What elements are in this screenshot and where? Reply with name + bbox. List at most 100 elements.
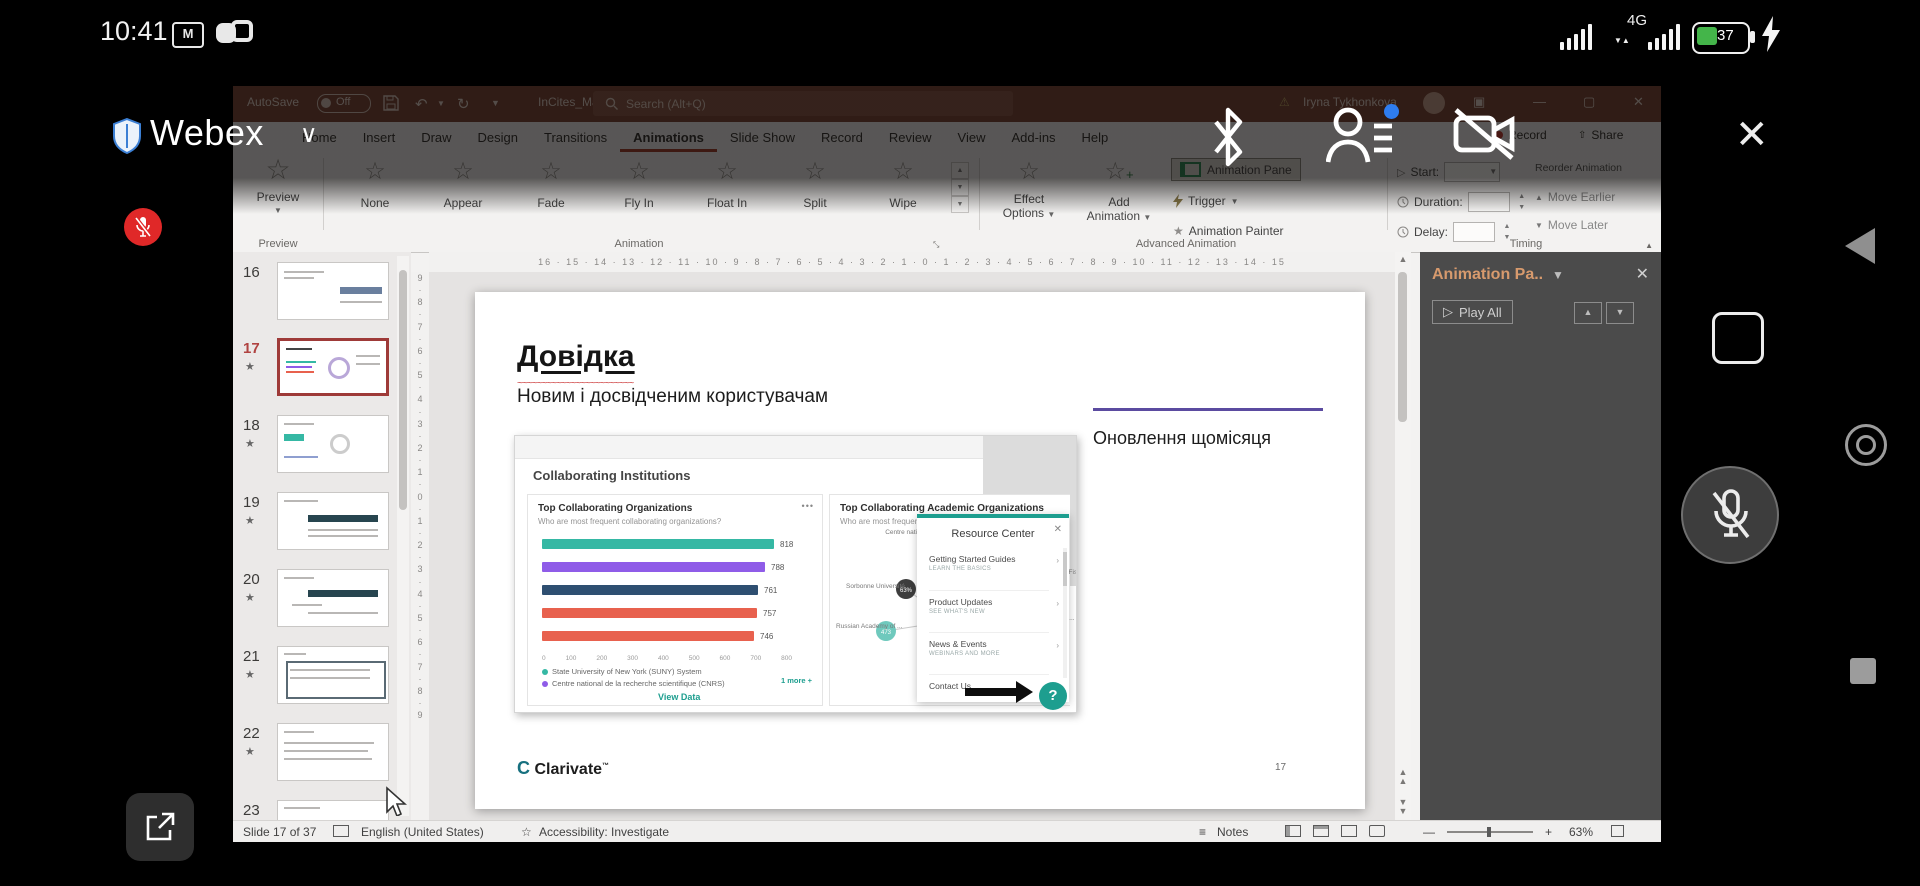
- tab-help[interactable]: Help: [1069, 124, 1122, 152]
- undo-icon[interactable]: ↶: [415, 95, 428, 113]
- move-later-button[interactable]: ▼Move Later: [1535, 218, 1608, 232]
- view-normal-button[interactable]: [1285, 825, 1301, 840]
- pane-move-down-button[interactable]: ▼: [1606, 302, 1634, 324]
- thumbnail-slide-18[interactable]: [277, 415, 389, 473]
- avatar[interactable]: [1423, 92, 1445, 114]
- pane-close-icon[interactable]: ✕: [1636, 264, 1649, 284]
- zoom-out-button[interactable]: —: [1423, 825, 1435, 839]
- tab-record[interactable]: Record: [808, 124, 876, 152]
- effect-flyin[interactable]: ☆Fly In: [595, 160, 683, 210]
- scroll-thumb[interactable]: [1398, 272, 1407, 422]
- language-indicator[interactable]: English (United States): [361, 825, 484, 839]
- incites-screenshot-image[interactable]: Collaborating Institutions Top Collabora…: [514, 435, 1077, 713]
- next-slide-button[interactable]: ▼▼: [1395, 798, 1411, 816]
- help-button[interactable]: ?: [1039, 682, 1067, 710]
- muted-indicator-badge[interactable]: [124, 208, 162, 246]
- spellcheck-icon[interactable]: [333, 825, 349, 840]
- slide-scrollbar[interactable]: ▲ ▲▲ ▼▼: [1395, 252, 1411, 820]
- webex-brand-label[interactable]: Webex: [150, 112, 264, 154]
- monthly-update-note[interactable]: Оновлення щомісяця: [1093, 428, 1271, 449]
- zoom-slider-thumb[interactable]: [1487, 827, 1491, 837]
- thumbnail-slide-17[interactable]: [277, 338, 389, 396]
- tab-view[interactable]: View: [945, 124, 999, 152]
- start-combobox[interactable]: ▼: [1444, 162, 1500, 182]
- tab-draw[interactable]: Draw: [408, 124, 464, 152]
- mute-microphone-button[interactable]: [1681, 466, 1779, 564]
- trigger-button[interactable]: Trigger▼: [1173, 194, 1239, 208]
- effect-options-button[interactable]: ☆ EffectOptions ▼: [989, 160, 1069, 220]
- pane-dropdown-icon[interactable]: ▼: [1552, 268, 1564, 282]
- search-box[interactable]: Search (Alt+Q): [593, 91, 1013, 116]
- save-icon[interactable]: [383, 95, 399, 111]
- participants-icon[interactable]: [1326, 106, 1392, 164]
- stop-share-window-button[interactable]: [1712, 312, 1764, 364]
- thumbnail-slide-16[interactable]: [277, 262, 389, 320]
- tab-animations[interactable]: Animations: [620, 124, 717, 152]
- add-animation-button[interactable]: ☆+ AddAnimation ▼: [1077, 160, 1161, 223]
- gallery-down-icon[interactable]: ▼: [951, 179, 969, 196]
- scroll-up-icon[interactable]: ▲: [1395, 254, 1411, 264]
- resource-center-scrollbar[interactable]: [1063, 548, 1067, 678]
- rc-item-getting-started[interactable]: Getting Started Guides LEARN THE BASICS …: [929, 548, 1049, 572]
- thumbnail-scrollbar[interactable]: [397, 256, 409, 816]
- pane-move-up-button[interactable]: ▲: [1574, 302, 1602, 324]
- bluetooth-icon[interactable]: [1208, 106, 1250, 168]
- effect-split[interactable]: ☆Split: [771, 160, 859, 210]
- gallery-scroll[interactable]: ▲ ▼ ▼: [951, 162, 969, 213]
- tab-slideshow[interactable]: Slide Show: [717, 124, 808, 152]
- zoom-slider[interactable]: [1447, 831, 1533, 833]
- autosave-toggle[interactable]: Off: [317, 94, 371, 113]
- resource-center-close-icon[interactable]: ✕: [1054, 524, 1062, 535]
- record-control-button[interactable]: [1845, 424, 1887, 466]
- fit-to-window-button[interactable]: [1611, 825, 1624, 840]
- window-close-button[interactable]: ✕: [1633, 94, 1644, 110]
- effect-fade[interactable]: ☆Fade: [507, 160, 595, 210]
- effect-none[interactable]: ☆None: [331, 160, 419, 210]
- share-screen-button[interactable]: [126, 793, 194, 861]
- webex-dropdown-icon[interactable]: ∨: [300, 120, 318, 149]
- thumbnail-slide-22[interactable]: [277, 723, 389, 781]
- animation-dialog-launcher-icon[interactable]: ⤡: [933, 240, 939, 250]
- slide-subtitle[interactable]: Новим і досвідченим користувачам: [517, 386, 828, 408]
- thumbnail-slide-20[interactable]: [277, 569, 389, 627]
- effect-appear[interactable]: ☆Appear: [419, 160, 507, 210]
- view-slidesorter-button[interactable]: [1313, 825, 1329, 840]
- undo-dropdown-icon[interactable]: ▼: [437, 99, 445, 108]
- view-slideshow-button[interactable]: [1369, 825, 1385, 840]
- slide-17-canvas[interactable]: Довідка ~~~~~~~~~~~~~~~~~~~~~~~~ Новим і…: [475, 292, 1365, 809]
- maximize-button[interactable]: ▢: [1583, 94, 1595, 110]
- duration-control[interactable]: Duration: ▲▼: [1397, 192, 1529, 212]
- tab-home[interactable]: Home: [289, 124, 350, 152]
- minimize-button[interactable]: —: [1533, 94, 1546, 109]
- card-menu-icon[interactable]: •••: [802, 501, 814, 511]
- accessibility-status[interactable]: Accessibility: Investigate: [539, 825, 669, 839]
- effect-floatin[interactable]: ☆Float In: [683, 160, 771, 210]
- left-card-view-data-link[interactable]: View Data: [658, 692, 700, 702]
- slide-title[interactable]: Довідка: [517, 340, 635, 374]
- collapse-ribbon-icon[interactable]: ▲: [1645, 241, 1653, 250]
- stop-button[interactable]: [1850, 658, 1876, 684]
- move-earlier-button[interactable]: ▲Move Earlier: [1535, 190, 1615, 204]
- gallery-up-icon[interactable]: ▲: [951, 162, 969, 179]
- redo-icon[interactable]: ↻: [457, 95, 470, 113]
- thumbnail-slide-19[interactable]: [277, 492, 389, 550]
- animation-painter-button[interactable]: ★ Animation Painter: [1173, 224, 1283, 238]
- view-reading-button[interactable]: [1341, 825, 1357, 840]
- notes-toggle[interactable]: Notes: [1217, 825, 1248, 839]
- tab-design[interactable]: Design: [465, 124, 531, 152]
- rc-item-product-updates[interactable]: Product Updates SEE WHAT'S NEW ›: [929, 590, 1049, 615]
- tab-transitions[interactable]: Transitions: [531, 124, 620, 152]
- tab-addins[interactable]: Add-ins: [998, 124, 1068, 152]
- webex-close-button[interactable]: ✕: [1735, 112, 1769, 158]
- tab-insert[interactable]: Insert: [350, 124, 409, 152]
- previous-slide-button[interactable]: ▲▲: [1395, 768, 1411, 786]
- legend-more-link[interactable]: 1 more +: [781, 676, 812, 685]
- share-button[interactable]: ⇧Share: [1578, 128, 1623, 142]
- rc-item-news-events[interactable]: News & Events WEBINARS AND MORE ›: [929, 632, 1049, 657]
- thumbnail-slide-21[interactable]: [277, 646, 389, 704]
- duration-spinner[interactable]: ▲▼: [1515, 193, 1529, 211]
- zoom-percent[interactable]: 63%: [1569, 825, 1593, 839]
- play-all-button[interactable]: ▷Play All: [1432, 300, 1513, 324]
- start-control[interactable]: ▷ Start: ▼: [1397, 162, 1500, 182]
- quick-access-dropdown-icon[interactable]: ▼: [491, 98, 500, 108]
